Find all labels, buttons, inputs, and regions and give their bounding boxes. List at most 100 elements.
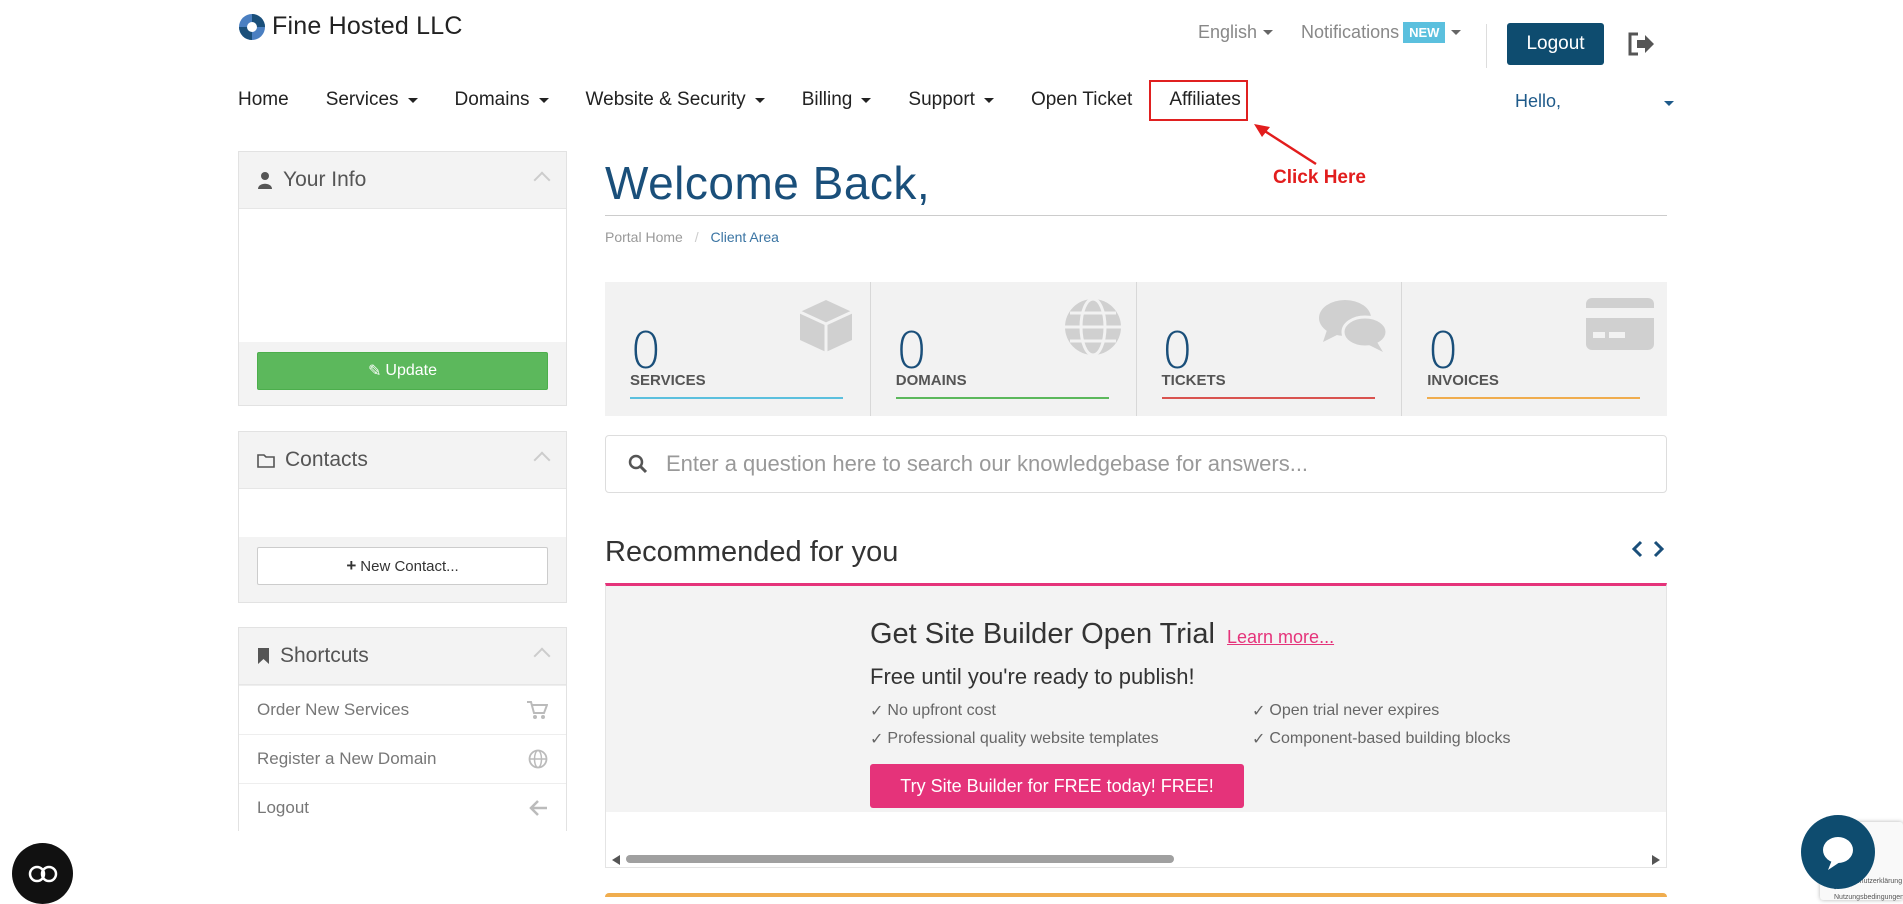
- check-circle-icon: ✓: [1252, 731, 1266, 748]
- page-title: Welcome Back,: [605, 157, 931, 209]
- breadcrumb: Portal Home / Client Area: [605, 229, 779, 245]
- chevron-up-icon[interactable]: [533, 171, 551, 189]
- annotation-label: Click Here: [1273, 167, 1366, 188]
- exit-icon[interactable]: [1627, 31, 1655, 62]
- chat-widget-button[interactable]: [1801, 815, 1875, 889]
- feature-label: Component-based building blocks: [1269, 730, 1511, 747]
- nav-home[interactable]: Home: [238, 89, 289, 111]
- stat-underline: [1427, 397, 1641, 399]
- recommendation-card: Get Site Builder Open Trial Learn more..…: [605, 583, 1667, 868]
- nav-label: Domains: [454, 89, 530, 110]
- brand-name: Fine Hosted LLC: [272, 12, 463, 40]
- title-divider: [605, 215, 1667, 216]
- shortcut-label: Register a New Domain: [257, 749, 437, 768]
- cookie-consent-button[interactable]: [12, 843, 73, 904]
- nav-domains[interactable]: Domains: [455, 89, 549, 111]
- bookmark-icon: [258, 648, 269, 664]
- stat-domains[interactable]: 0 DOMAINS: [871, 282, 1137, 416]
- contacts-header[interactable]: Contacts: [239, 432, 566, 489]
- nav-website-security[interactable]: Website & Security: [586, 89, 765, 111]
- chevron-down-icon[interactable]: [1664, 101, 1674, 106]
- shortcut-label: Order New Services: [257, 700, 410, 719]
- check-circle-icon: ✓: [870, 731, 884, 748]
- logout-button[interactable]: Logout: [1507, 23, 1604, 65]
- brand-logo[interactable]: Fine Hosted LLC: [238, 12, 463, 41]
- try-site-builder-button[interactable]: Try Site Builder for FREE today! FREE!: [870, 764, 1244, 808]
- stat-services[interactable]: 0 SERVICES: [605, 282, 871, 416]
- notifications-label: Notifications: [1301, 22, 1400, 42]
- globe-icon: [1064, 297, 1121, 357]
- breadcrumb-home[interactable]: Portal Home: [605, 229, 683, 245]
- chevron-down-icon: [983, 97, 994, 103]
- language-selector[interactable]: English: [1198, 22, 1274, 43]
- arrow-left-icon: [529, 800, 547, 816]
- nav-billing[interactable]: Billing: [802, 89, 872, 111]
- nav-services[interactable]: Services: [326, 89, 418, 111]
- stat-label: DOMAINS: [895, 372, 967, 389]
- globe-icon: [528, 749, 548, 769]
- chevron-right-icon[interactable]: [1652, 540, 1666, 558]
- nav-open-ticket[interactable]: Open Ticket: [1031, 89, 1132, 111]
- your-info-panel: Your Info ✎ Update: [238, 151, 567, 406]
- panel-title: Shortcuts: [280, 644, 369, 667]
- new-contact-button[interactable]: + New Contact...: [257, 547, 548, 585]
- nav-label: Website & Security: [585, 89, 746, 110]
- breadcrumb-current: Client Area: [710, 229, 779, 245]
- credit-card-icon: [1586, 298, 1654, 350]
- shortcuts-header[interactable]: Shortcuts: [239, 628, 566, 685]
- feature-item: ✓ No upfront cost: [870, 701, 996, 721]
- chevron-up-icon[interactable]: [533, 451, 551, 469]
- shortcut-logout[interactable]: Logout: [239, 783, 566, 832]
- top-utility-bar: English Notifications NEW: [1198, 22, 1462, 43]
- breadcrumb-separator: /: [694, 229, 699, 245]
- scrollbar-thumb[interactable]: [626, 855, 1174, 863]
- search-input[interactable]: Enter a question here to search our know…: [666, 451, 1308, 477]
- panel-title: Your Info: [283, 168, 367, 191]
- shortcut-order-new-services[interactable]: Order New Services: [239, 685, 566, 734]
- recommended-heading: Recommended for you: [605, 536, 899, 568]
- notifications-menu[interactable]: Notifications NEW: [1301, 22, 1462, 43]
- feature-item: ✓ Open trial never expires: [1252, 701, 1439, 721]
- update-button[interactable]: ✎ Update: [257, 352, 548, 390]
- new-contact-label: New Contact...: [360, 557, 459, 575]
- stat-label: INVOICES: [1427, 372, 1499, 389]
- annotation-highlight-box: [1149, 80, 1248, 121]
- feature-item: ✓ Component-based building blocks: [1252, 729, 1510, 749]
- chevron-down-icon: [1263, 30, 1274, 35]
- chevron-left-icon[interactable]: [1630, 540, 1644, 558]
- feature-label: Professional quality website templates: [887, 730, 1159, 747]
- stats-tiles: 0 SERVICES 0 DOMAINS 0 TICKETS 0 INVOICE…: [605, 282, 1667, 416]
- update-label: Update: [385, 362, 437, 379]
- nav-label: Open Ticket: [1030, 89, 1133, 110]
- comments-icon: [1319, 300, 1389, 352]
- shortcut-register-domain[interactable]: Register a New Domain: [239, 734, 566, 783]
- your-info-footer: ✎ Update: [239, 342, 566, 400]
- user-greeting[interactable]: Hello,: [1515, 91, 1561, 112]
- language-label: English: [1198, 22, 1258, 42]
- feature-label: No upfront cost: [887, 702, 996, 719]
- check-circle-icon: ✓: [870, 703, 884, 720]
- plus-icon: +: [346, 556, 357, 575]
- knowledgebase-search[interactable]: Enter a question here to search our know…: [605, 435, 1667, 493]
- stat-tickets[interactable]: 0 TICKETS: [1137, 282, 1403, 416]
- annotation-arrow-icon: [1254, 124, 1317, 166]
- cart-icon: [527, 701, 548, 719]
- nav-label: Home: [238, 89, 289, 110]
- your-info-header[interactable]: Your Info: [239, 152, 566, 209]
- learn-more-link[interactable]: Learn more...: [1227, 627, 1334, 647]
- pencil-icon: ✎: [368, 363, 382, 380]
- check-circle-icon: ✓: [1252, 703, 1266, 720]
- main-nav: Home Services Domains Website & Security…: [238, 89, 1278, 111]
- nav-support[interactable]: Support: [908, 89, 994, 111]
- logo-icon: [239, 13, 265, 40]
- chevron-up-icon[interactable]: [533, 647, 551, 665]
- stat-invoices[interactable]: 0 INVOICES: [1402, 282, 1667, 416]
- folder-icon: [257, 453, 275, 468]
- chevron-down-icon: [1451, 30, 1462, 35]
- stat-label: SERVICES: [630, 372, 706, 389]
- shortcut-label: Logout: [257, 798, 309, 817]
- cookie-icon: [28, 865, 57, 882]
- stat-underline: [895, 397, 1109, 399]
- search-icon: [628, 454, 648, 474]
- cube-icon: [799, 300, 853, 352]
